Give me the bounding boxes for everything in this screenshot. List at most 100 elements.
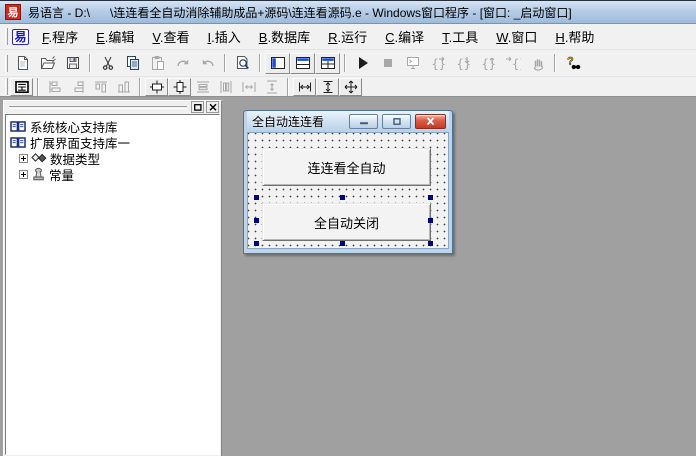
new-file-button[interactable] — [10, 53, 35, 74]
menu-database[interactable]: B.数据库 — [250, 24, 319, 49]
toolbar-gripper[interactable] — [5, 78, 8, 95]
window-grid-icon — [320, 55, 336, 71]
fit-height-button[interactable] — [316, 78, 339, 96]
toolbar-separator — [259, 54, 261, 72]
space-evenly-h-button — [191, 78, 214, 96]
layout-grid-button[interactable] — [315, 53, 340, 74]
fit-both-icon — [343, 79, 359, 95]
menu-window[interactable]: W.窗口 — [487, 24, 546, 49]
toolbar-gripper[interactable] — [5, 55, 8, 72]
space-evenly-v-button — [214, 78, 237, 96]
form-designer-button[interactable] — [10, 78, 33, 96]
fit-both-button[interactable] — [339, 78, 362, 96]
toolbar-separator — [224, 54, 226, 72]
space-vertical-icon — [218, 79, 234, 95]
align-top-button — [89, 78, 112, 96]
copy-icon — [125, 55, 141, 71]
menu-tools[interactable]: T.工具 — [433, 24, 487, 49]
form-grid-icon — [14, 79, 30, 95]
form-designer-window[interactable]: 全自动连连看 连连看全自动全自动关闭 — [243, 110, 453, 254]
cut-button[interactable] — [95, 53, 120, 74]
copy-button[interactable] — [120, 53, 145, 74]
stop-button — [375, 53, 400, 74]
center-horizontal-icon — [149, 79, 165, 95]
save-button[interactable] — [60, 53, 85, 74]
save-icon — [65, 55, 81, 71]
run-icon — [355, 55, 371, 71]
selection-handle[interactable] — [340, 195, 345, 200]
debug-button — [400, 53, 425, 74]
align-left-button — [43, 78, 66, 96]
form-close-button[interactable] — [415, 114, 446, 129]
layout-left-button[interactable] — [265, 53, 290, 74]
paste-icon — [150, 55, 166, 71]
pause-button — [525, 53, 550, 74]
form-restore-button[interactable] — [382, 114, 411, 129]
window-titlebar[interactable]: 易 易语言 - D:\ \连连看全自动消除辅助成品+源码\连连看源码.e - W… — [0, 0, 696, 24]
open-file-button[interactable] — [35, 53, 60, 74]
tree-item-ext-ui-lib[interactable]: 扩展界面支持库一 — [6, 134, 219, 150]
menu-program[interactable]: F.程序 — [33, 24, 87, 49]
menu-run[interactable]: R.运行 — [319, 24, 376, 49]
panel-float-button[interactable] — [191, 101, 204, 113]
form-button-lianliankan-auto[interactable]: 连连看全自动 — [262, 148, 431, 186]
menu-compile[interactable]: C.编译 — [376, 24, 433, 49]
debug-monitor-icon — [405, 55, 421, 71]
center-horizontal-button[interactable] — [145, 78, 168, 96]
menu-edit[interactable]: E.编辑 — [87, 24, 143, 49]
tree-item-data-types[interactable]: 数据类型 — [6, 150, 219, 166]
selection-handle[interactable] — [428, 195, 433, 200]
toolbar-separator — [89, 54, 91, 72]
run-button[interactable] — [350, 53, 375, 74]
menu-insert[interactable]: I.插入 — [199, 24, 250, 49]
redo-icon — [175, 55, 191, 71]
library-icon — [10, 119, 26, 134]
new-file-icon — [15, 55, 31, 71]
align-left-icon — [47, 79, 63, 95]
tree-item-constants[interactable]: 常量 — [6, 166, 219, 182]
child-window-system-icon[interactable]: 易 — [12, 29, 29, 45]
svg-text:{}: {} — [456, 57, 470, 71]
toolbar-separator — [344, 54, 346, 72]
tree-item-label: 常量 — [49, 165, 74, 184]
restore-box-icon — [193, 103, 203, 112]
form-minimize-button[interactable] — [349, 114, 378, 129]
menubar-gripper — [5, 28, 8, 45]
form-canvas[interactable]: 连连看全自动全自动关闭 — [247, 132, 449, 249]
form-titlebar[interactable]: 全自动连连看 — [247, 111, 449, 132]
main-toolbar: {}{}{}{}? — [0, 49, 696, 76]
menu-bar: 易 F.程序E.编辑V.查看I.插入B.数据库R.运行C.编译T.工具W.窗口H… — [0, 24, 696, 49]
window-bottom-icon — [295, 55, 311, 71]
step-over-icon: {} — [430, 55, 446, 71]
space-horizontal-icon — [195, 79, 211, 95]
ide-window: 易 易语言 - D:\ \连连看全自动消除辅助成品+源码\连连看源码.e - W… — [0, 0, 696, 456]
selection-handle[interactable] — [254, 241, 259, 246]
selection-handle[interactable] — [254, 218, 259, 223]
selection-handle[interactable] — [340, 241, 345, 246]
equal-gap-horizontal-icon — [241, 79, 257, 95]
fit-width-button[interactable] — [293, 78, 316, 96]
panel-grip-handle[interactable] — [9, 106, 187, 109]
layout-bottom-button[interactable] — [290, 53, 315, 74]
find-button[interactable] — [230, 53, 255, 74]
help-find-button[interactable]: ? — [560, 53, 585, 74]
panel-close-button[interactable] — [206, 101, 219, 113]
menu-view[interactable]: V.查看 — [143, 24, 198, 49]
selection-handle[interactable] — [428, 218, 433, 223]
equal-gap-v-button — [260, 78, 283, 96]
center-vertical-button[interactable] — [168, 78, 191, 96]
library-panel-header[interactable] — [4, 101, 221, 114]
selection-handle[interactable] — [428, 241, 433, 246]
menu-help[interactable]: H.帮助 — [546, 24, 603, 49]
paste-button — [145, 53, 170, 74]
pause-hand-icon — [530, 55, 546, 71]
expand-plus-icon[interactable] — [19, 154, 28, 163]
center-vertical-icon — [172, 79, 188, 95]
form-button-auto-close[interactable]: 全自动关闭 — [262, 203, 431, 241]
redo-button — [170, 53, 195, 74]
panel-controls — [191, 101, 219, 113]
restore-icon — [392, 117, 402, 126]
undo-icon — [200, 55, 216, 71]
expand-plus-icon[interactable] — [19, 170, 28, 179]
selection-handle[interactable] — [254, 195, 259, 200]
